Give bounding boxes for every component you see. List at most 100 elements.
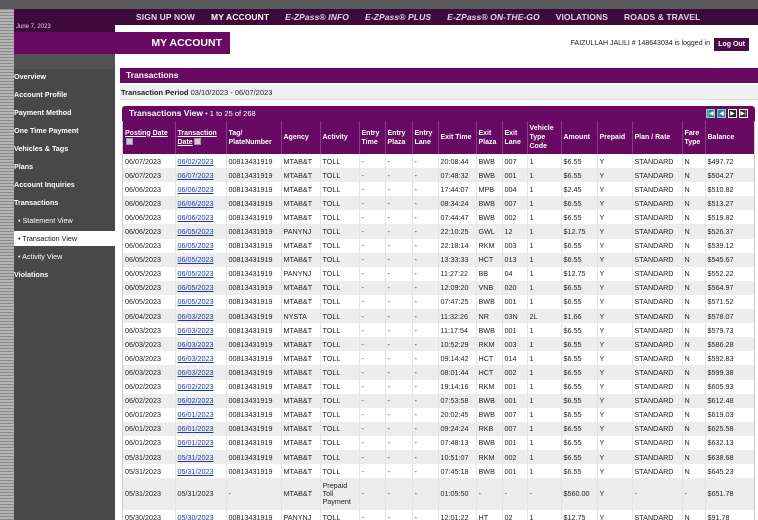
next-page-icon[interactable]: ▶ [728, 109, 737, 118]
cell-exit-time: 07:53:58 [438, 393, 477, 408]
cell-transaction-date[interactable]: 06/05/2023 [175, 224, 227, 239]
transaction-date-link[interactable]: 06/05/2023 [178, 255, 214, 264]
cell-tag-platenumber: 00813431919 [226, 210, 282, 225]
cell-fare-type: N [682, 365, 706, 380]
cell-transaction-date[interactable]: 06/05/2023 [175, 266, 227, 281]
transaction-date-link[interactable]: 06/03/2023 [178, 312, 214, 321]
transaction-date-link[interactable]: 06/03/2023 [178, 354, 214, 363]
sidebar-item-violations[interactable]: Violations [14, 267, 115, 282]
cell-transaction-date[interactable]: 05/30/2023 [175, 510, 227, 520]
first-page-icon[interactable]: |◀ [706, 109, 715, 118]
transaction-date-link[interactable]: 06/03/2023 [178, 326, 214, 335]
transaction-date-link[interactable]: 06/01/2023 [178, 410, 214, 419]
cell-transaction-date[interactable]: 06/06/2023 [175, 210, 227, 225]
transactions-table: Posting Date Transaction Date Tag/ PlateNu… [123, 121, 754, 520]
cell-transaction-date[interactable]: 06/01/2023 [175, 421, 227, 436]
logout-button[interactable]: Log Out [714, 38, 749, 51]
column-header-transaction-date[interactable]: Transaction Date [175, 121, 227, 154]
nav-e-zpass-plus[interactable]: E-ZPass® PLUS [365, 12, 431, 22]
cell-transaction-date[interactable]: 06/01/2023 [175, 407, 227, 422]
sort-link-posting-date[interactable]: Posting Date [125, 130, 168, 137]
cell-plan-rate: STANDARD [632, 510, 683, 520]
transaction-date-link[interactable]: 06/06/2023 [178, 213, 214, 222]
transaction-date-link[interactable]: 06/02/2023 [178, 382, 214, 391]
table-row: 06/07/2023 06/07/2023 00813431919 MTAB&T TOL… [123, 168, 754, 183]
cell-tag-platenumber: 00813431919 [226, 323, 282, 338]
sidebar-item-vehicles-tags[interactable]: Vehicles & Tags [14, 141, 115, 156]
transaction-date-link[interactable]: 06/05/2023 [178, 227, 214, 236]
transaction-date-link[interactable]: 06/07/2023 [178, 171, 214, 180]
cell-transaction-date[interactable]: 06/05/2023 [175, 280, 227, 295]
transaction-date-link[interactable]: 06/01/2023 [178, 438, 214, 447]
transaction-date-link[interactable]: 06/05/2023 [178, 241, 214, 250]
nav-e-zpass-info[interactable]: E-ZPass® INFO [285, 12, 349, 22]
sidebar-item-transaction-view[interactable]: • Transaction View [14, 231, 115, 246]
cell-tag-platenumber: 00813431919 [226, 168, 282, 183]
cell-transaction-date[interactable]: 06/05/2023 [175, 238, 227, 253]
cell-tag-platenumber: 00813431919 [226, 154, 282, 169]
cell-transaction-date[interactable]: 06/02/2023 [175, 154, 227, 169]
transaction-date-link[interactable]: 06/05/2023 [178, 283, 214, 292]
transaction-date-link[interactable]: 06/06/2023 [178, 199, 214, 208]
sidebar-item-activity-view[interactable]: • Activity View [14, 249, 115, 264]
sidebar-item-plans[interactable]: Plans [14, 159, 115, 174]
cell-exit-time: 13:33:33 [438, 252, 477, 267]
sidebar-item-one-time-payment[interactable]: One Time Payment [14, 123, 115, 138]
last-page-icon[interactable]: ▶| [739, 109, 748, 118]
cell-agency: MTAB&T [281, 154, 321, 169]
cell-balance: $619.03 [705, 407, 754, 422]
transaction-date-link[interactable]: 06/01/2023 [178, 424, 214, 433]
cell-transaction-date[interactable]: 06/06/2023 [175, 196, 227, 211]
cell-exit-plaza: BWB [476, 407, 503, 422]
nav-sign-up-now[interactable]: SIGN UP NOW [136, 12, 195, 22]
transaction-date-link[interactable]: 06/06/2023 [178, 185, 214, 194]
cell-transaction-date[interactable]: 05/31/2023 [175, 449, 227, 465]
cell-transaction-date[interactable]: 06/06/2023 [175, 182, 227, 197]
transaction-date-link[interactable]: 05/31/2023 [178, 467, 214, 476]
transaction-date-link[interactable]: 05/31/2023 [178, 453, 214, 462]
transaction-date-link[interactable]: 06/02/2023 [178, 157, 214, 166]
transaction-date-link[interactable]: 05/30/2023 [178, 513, 214, 520]
sidebar-item-account-profile[interactable]: Account Profile [14, 87, 115, 102]
cell-transaction-date[interactable]: 06/03/2023 [175, 337, 227, 352]
cell-exit-plaza: BWB [476, 294, 503, 310]
cell-transaction-date[interactable]: 06/03/2023 [175, 309, 227, 324]
cell-transaction-date[interactable]: 06/02/2023 [175, 393, 227, 408]
transaction-date-link[interactable]: 06/05/2023 [178, 297, 214, 306]
nav-roads-travel[interactable]: ROADS & TRAVEL [624, 12, 700, 22]
cell-plan-rate: STANDARD [632, 309, 683, 324]
column-header-posting-date[interactable]: Posting Date [123, 121, 176, 154]
cell-transaction-date[interactable]: 06/02/2023 [175, 379, 227, 394]
transaction-date-link[interactable]: 06/05/2023 [178, 269, 214, 278]
cell-transaction-date: 05/31/2023 [175, 478, 227, 511]
cell-transaction-date[interactable]: 06/03/2023 [175, 351, 227, 366]
cell-transaction-date[interactable]: 06/01/2023 [175, 435, 227, 450]
cell-transaction-date[interactable]: 05/31/2023 [175, 464, 227, 479]
sort-icon[interactable] [193, 138, 201, 146]
cell-transaction-date[interactable]: 06/03/2023 [175, 365, 227, 380]
cell-transaction-date[interactable]: 06/03/2023 [175, 323, 227, 338]
sidebar-item-overview[interactable]: Overview [14, 69, 115, 84]
cell-entry-lane: - [412, 266, 439, 281]
sort-icon[interactable] [126, 138, 133, 146]
prev-page-icon[interactable]: ◀ [717, 109, 726, 118]
sidebar-item-account-inquiries[interactable]: Account Inquiries [14, 177, 115, 192]
sidebar-item-payment-method[interactable]: Payment Method [14, 105, 115, 120]
transaction-date-link[interactable]: 06/03/2023 [178, 368, 214, 377]
nav-my-account[interactable]: MY ACCOUNT [211, 12, 269, 22]
sidebar-item-statement-view[interactable]: • Statement View [14, 213, 115, 228]
sidebar-item-transactions[interactable]: Transactions [14, 195, 115, 210]
column-header-balance: Balance [705, 121, 754, 154]
cell-transaction-date[interactable]: 06/07/2023 [175, 168, 227, 183]
nav-violations[interactable]: VIOLATIONS [556, 12, 608, 22]
cell-prepaid: Y [597, 294, 633, 310]
cell-transaction-date[interactable]: 06/05/2023 [175, 252, 227, 267]
cell-fare-type: N [682, 421, 706, 436]
cell-entry-lane: - [412, 196, 439, 211]
transaction-date-link[interactable]: 06/02/2023 [178, 396, 214, 405]
transactions-table-container[interactable]: Posting Date Transaction Date Tag/ PlateNu… [122, 121, 755, 520]
cell-activity: TOLL [320, 224, 360, 239]
transaction-date-link[interactable]: 06/03/2023 [178, 340, 214, 349]
cell-transaction-date[interactable]: 06/05/2023 [175, 294, 227, 310]
nav-e-zpass-on-the-go[interactable]: E-ZPass® ON-THE-GO [447, 12, 540, 22]
